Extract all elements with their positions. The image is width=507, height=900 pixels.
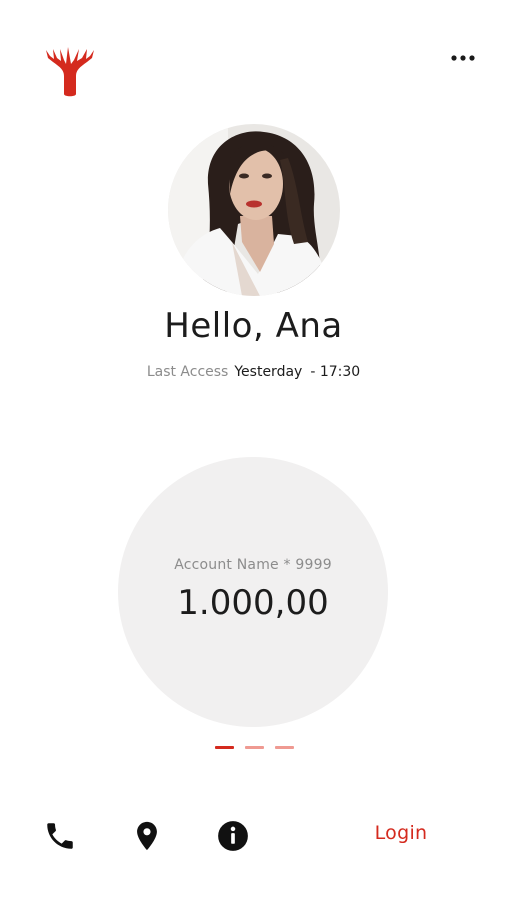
call-button[interactable] [42, 818, 78, 854]
account-name: Account Name * 9999 [174, 557, 332, 573]
brand-logo [40, 40, 100, 98]
page-indicator-dot[interactable] [245, 746, 264, 749]
page-indicator-dot[interactable] [215, 746, 234, 749]
phone-icon [47, 823, 73, 849]
info-button[interactable] [215, 818, 251, 854]
profile-avatar [168, 124, 340, 296]
account-balance: 1.000,00 [177, 583, 329, 623]
info-icon [218, 821, 248, 851]
bottom-action-bar: Login [0, 812, 507, 860]
account-balance-card[interactable]: Account Name * 9999 1.000,00 [118, 457, 388, 727]
more-horizontal-icon [451, 55, 475, 61]
location-button[interactable] [129, 818, 165, 854]
page-indicator-dot[interactable] [275, 746, 294, 749]
greeting-title: Hello, Ana [164, 306, 343, 346]
login-button[interactable]: Login [360, 822, 442, 844]
last-access-label: Last Access [146, 364, 229, 380]
last-access-time: - 17:30 [310, 364, 361, 380]
page-indicator [215, 746, 294, 749]
last-access-day: Yesterday [234, 364, 303, 380]
more-menu-button[interactable] [446, 46, 480, 70]
location-pin-icon [137, 821, 157, 851]
tree-logo-icon [46, 47, 94, 97]
last-access-info: Last Access Yesterday - 17:30 [0, 364, 507, 380]
